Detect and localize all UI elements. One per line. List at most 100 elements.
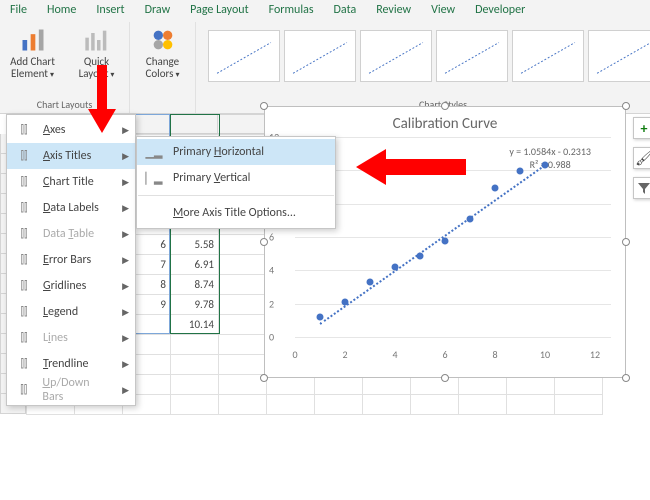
chart-filters-button[interactable] <box>633 177 650 199</box>
cell[interactable] <box>219 275 267 295</box>
style-thumb[interactable] <box>588 30 650 82</box>
tab-page-layout[interactable]: Page Layout <box>180 0 258 22</box>
x-tick-label: 6 <box>442 348 447 361</box>
data-point[interactable] <box>392 263 399 270</box>
y-tick-label: 4 <box>269 264 274 277</box>
cell[interactable] <box>411 395 459 415</box>
cell[interactable] <box>219 335 267 355</box>
ribbon-tabs: File Home Insert Draw Page Layout Formul… <box>0 0 650 22</box>
menu-gridlines[interactable]: ⫿⫿Gridlines▶ <box>7 273 135 299</box>
data-point[interactable] <box>417 253 424 260</box>
chart-styles-button[interactable]: 🖌 <box>633 147 650 169</box>
menu-more-axis-title-options[interactable]: More Axis Title Options... <box>137 200 335 226</box>
menu-icon: ⫿⫿ <box>15 253 33 267</box>
cell[interactable] <box>219 315 267 335</box>
data-point[interactable] <box>317 313 324 320</box>
menu-icon: ⫿⫿ <box>15 383 32 397</box>
tab-draw[interactable]: Draw <box>135 0 181 22</box>
cell[interactable] <box>555 395 603 415</box>
chart-title[interactable]: Calibration Curve <box>265 107 625 137</box>
submenu-arrow-icon: ▶ <box>122 307 129 318</box>
cell[interactable] <box>171 355 219 375</box>
x-tick-label: 4 <box>392 348 397 361</box>
menu-trendline[interactable]: ⫿⫿Trendline▶ <box>7 351 135 377</box>
axis-h-icon: ▁▂ <box>145 146 163 159</box>
annotation-arrow-down <box>88 65 116 133</box>
change-colors-button[interactable]: Change Colors▾ <box>136 26 190 80</box>
cell[interactable] <box>219 295 267 315</box>
x-tick-label: 8 <box>492 348 497 361</box>
resize-handle[interactable] <box>441 102 449 110</box>
menu-up-down-bars: ⫿⫿Up/Down Bars▶ <box>7 377 135 403</box>
tab-developer[interactable]: Developer <box>465 0 535 22</box>
menu-error-bars[interactable]: ⫿⫿Error Bars▶ <box>7 247 135 273</box>
cell[interactable]: 6.91 <box>171 255 219 275</box>
data-point[interactable] <box>342 298 349 305</box>
dropdown-icon: ▾ <box>50 70 54 80</box>
resize-handle[interactable] <box>622 374 630 382</box>
menu-chart-title[interactable]: ⫿⫿Chart Title▶ <box>7 169 135 195</box>
cell[interactable] <box>219 235 267 255</box>
data-point[interactable] <box>442 238 449 245</box>
menu-data-table: ⫿⫿Data Table▶ <box>7 221 135 247</box>
cell[interactable]: 8.74 <box>171 275 219 295</box>
menu-primary-horizontal[interactable]: ▁▂ Primary Horizontal <box>137 139 335 165</box>
cell[interactable] <box>459 395 507 415</box>
resize-handle[interactable] <box>260 374 268 382</box>
resize-handle[interactable] <box>260 238 268 246</box>
menu-primary-vertical[interactable]: ▏▂ Primary Vertical <box>137 165 335 191</box>
style-thumb[interactable] <box>512 30 584 82</box>
resize-handle[interactable] <box>441 374 449 382</box>
chart-styles-gallery[interactable]: ▴▾▾ <box>204 26 650 96</box>
style-thumb[interactable] <box>436 30 508 82</box>
axis-v-icon: ▏▂ <box>145 172 163 185</box>
x-tick-label: 2 <box>342 348 347 361</box>
data-point[interactable] <box>367 278 374 285</box>
cell[interactable]: 10.14 <box>171 315 219 335</box>
cell[interactable]: 9.78 <box>171 295 219 315</box>
resize-handle[interactable] <box>622 102 630 110</box>
x-tick-label: 0 <box>292 348 297 361</box>
submenu-arrow-icon: ▶ <box>122 151 129 162</box>
tab-review[interactable]: Review <box>366 0 421 22</box>
cell[interactable] <box>315 395 363 415</box>
menu-icon: ⫿⫿ <box>15 175 33 189</box>
style-thumb[interactable] <box>284 30 356 82</box>
submenu-arrow-icon: ▶ <box>122 125 129 136</box>
data-point[interactable] <box>542 162 549 169</box>
add-chart-element-button[interactable]: Add Chart Element▾ <box>6 26 60 80</box>
resize-handle[interactable] <box>622 238 630 246</box>
cell[interactable] <box>219 395 267 415</box>
tab-file[interactable]: File <box>0 0 37 22</box>
chart-elements-button[interactable]: + <box>633 117 650 139</box>
y-tick-label: 2 <box>269 297 274 310</box>
menu-icon: ⫿⫿ <box>15 123 33 137</box>
cell[interactable] <box>267 395 315 415</box>
data-point[interactable] <box>517 168 524 175</box>
cell[interactable] <box>171 395 219 415</box>
col-header[interactable] <box>122 114 218 134</box>
data-point[interactable] <box>467 215 474 222</box>
menu-icon: ⫿⫿ <box>15 331 33 345</box>
menu-axis-titles[interactable]: ⫿⫿Axis Titles▶ <box>7 143 135 169</box>
menu-icon: ⫿⫿ <box>15 305 33 319</box>
cell[interactable] <box>363 395 411 415</box>
tab-data[interactable]: Data <box>324 0 367 22</box>
tab-view[interactable]: View <box>421 0 465 22</box>
data-point[interactable] <box>492 185 499 192</box>
style-thumb[interactable] <box>360 30 432 82</box>
resize-handle[interactable] <box>260 102 268 110</box>
tab-home[interactable]: Home <box>37 0 86 22</box>
menu-data-labels[interactable]: ⫿⫿Data Labels▶ <box>7 195 135 221</box>
cell[interactable] <box>171 335 219 355</box>
tab-insert[interactable]: Insert <box>86 0 134 22</box>
cell[interactable] <box>219 255 267 275</box>
cell[interactable] <box>507 395 555 415</box>
cell[interactable]: 5.58 <box>171 235 219 255</box>
cell[interactable] <box>171 375 219 395</box>
cell[interactable] <box>219 355 267 375</box>
menu-legend[interactable]: ⫿⫿Legend▶ <box>7 299 135 325</box>
style-thumb[interactable] <box>208 30 280 82</box>
tab-formulas[interactable]: Formulas <box>259 0 324 22</box>
submenu-arrow-icon: ▶ <box>122 281 129 292</box>
